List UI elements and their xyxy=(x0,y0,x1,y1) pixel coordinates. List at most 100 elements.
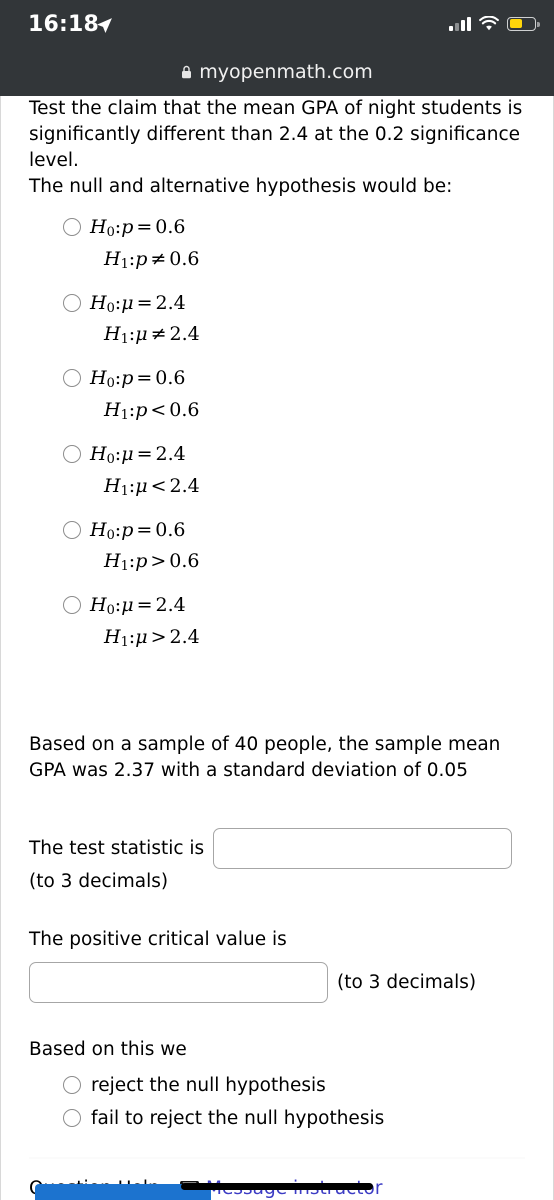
alt-operator: > xyxy=(150,626,167,649)
alt-subscript: 1 xyxy=(120,332,129,348)
null-operator: = xyxy=(136,291,153,314)
alt-symbol: H xyxy=(104,626,121,649)
alt-parameter: p xyxy=(135,550,148,573)
alt-parameter: p xyxy=(135,399,148,422)
alt-operator: ≠ xyxy=(150,247,167,270)
critical-value-note: (to 3 decimals) xyxy=(337,971,477,993)
test-statistic-input[interactable] xyxy=(213,827,513,869)
conclusion-options: reject the null hypothesis fail to rejec… xyxy=(29,1075,525,1129)
conclusion-block: Based on this we reject the null hypothe… xyxy=(29,1037,525,1129)
alt-value: 0.6 xyxy=(169,399,200,422)
null-subscript: 0 xyxy=(106,300,115,316)
web-page: Test the claim that the mean GPA of nigh… xyxy=(0,96,554,1200)
radio-button[interactable] xyxy=(63,444,81,463)
hypothesis-option-2[interactable]: H0:μ = 2.4 H1:μ ≠ 2.4 xyxy=(63,290,525,354)
alt-symbol: H xyxy=(104,399,121,422)
alt-subscript: 1 xyxy=(120,634,129,650)
alt-symbol: H xyxy=(104,323,121,346)
browser-chrome: 16:18 myopenmath.com xyxy=(0,0,554,96)
null-parameter: μ xyxy=(121,442,134,465)
critical-value-input[interactable] xyxy=(29,961,328,1003)
null-subscript: 0 xyxy=(106,603,115,619)
test-statistic-row: The test statistic is xyxy=(29,827,525,869)
hypothesis-option-1[interactable]: H0:p = 0.6 H1:p ≠ 0.6 xyxy=(63,214,525,278)
url-text: myopenmath.com xyxy=(199,61,373,83)
alt-parameter: p xyxy=(135,247,148,270)
null-parameter: p xyxy=(121,518,134,541)
status-bar-clock: 16:18 xyxy=(28,12,100,37)
null-value: 2.4 xyxy=(155,291,186,314)
alt-parameter: μ xyxy=(135,626,148,649)
battery-icon xyxy=(507,16,540,31)
alt-value: 2.4 xyxy=(169,626,200,649)
status-bar-indicators xyxy=(449,16,540,31)
null-parameter: p xyxy=(121,367,134,390)
alt-subscript: 1 xyxy=(120,483,129,499)
sample-statement: Based on a sample of 40 people, the samp… xyxy=(29,733,501,781)
radio-button[interactable] xyxy=(63,218,81,236)
hypothesis-option-6[interactable]: H0:μ = 2.4 H1:μ >2.4 xyxy=(63,592,525,656)
question-content: Test the claim that the mean GPA of nigh… xyxy=(1,96,553,1199)
alt-operator: < xyxy=(150,399,167,422)
null-operator: = xyxy=(136,518,153,541)
alt-value: 0.6 xyxy=(169,550,200,573)
null-symbol: H xyxy=(90,216,107,238)
critical-value-block: The positive critical value is (to 3 dec… xyxy=(29,927,525,1003)
radio-button[interactable] xyxy=(63,596,81,615)
null-subscript: 0 xyxy=(106,451,115,467)
hypothesis-math: H0:μ = 2.4 H1:μ ≠ 2.4 xyxy=(90,291,200,348)
alt-parameter: μ xyxy=(135,323,148,346)
wifi-icon xyxy=(479,16,499,31)
hypothesis-intro: The null and alternative hypothesis woul… xyxy=(29,176,453,197)
null-operator: = xyxy=(136,216,153,238)
radio-button[interactable] xyxy=(63,369,81,388)
null-operator: = xyxy=(136,594,153,617)
alt-value: 2.4 xyxy=(169,474,200,497)
hypothesis-option-5[interactable]: H0:p = 0.6 H1:p >0.6 xyxy=(63,517,525,581)
conclusion-option-label: fail to reject the null hypothesis xyxy=(91,1107,385,1129)
null-parameter: p xyxy=(121,216,134,238)
radio-button[interactable] xyxy=(63,520,81,539)
null-symbol: H xyxy=(90,518,107,541)
hypothesis-option-3[interactable]: H0:p = 0.6 H1:p <0.6 xyxy=(63,365,525,429)
alt-subscript: 1 xyxy=(120,559,129,575)
radio-button[interactable] xyxy=(63,1109,81,1128)
conclusion-option-reject[interactable]: reject the null hypothesis xyxy=(63,1075,525,1096)
location-arrow-icon xyxy=(97,18,112,33)
lock-icon xyxy=(182,65,192,79)
null-symbol: H xyxy=(90,367,107,390)
alt-subscript: 1 xyxy=(120,256,129,272)
home-indicator xyxy=(181,1183,373,1190)
question-prompt: Test the claim that the mean GPA of nigh… xyxy=(29,98,523,171)
hypothesis-math: H0:p = 0.6 H1:p <0.6 xyxy=(90,367,200,423)
conclusion-option-label: reject the null hypothesis xyxy=(91,1074,326,1096)
null-value: 0.6 xyxy=(155,367,186,390)
alt-value: 0.6 xyxy=(169,247,200,270)
null-value: 0.6 xyxy=(155,216,186,238)
null-symbol: H xyxy=(90,442,107,465)
radio-button[interactable] xyxy=(63,293,81,312)
null-value: 0.6 xyxy=(155,518,186,541)
radio-button[interactable] xyxy=(63,1076,81,1095)
null-symbol: H xyxy=(90,291,107,314)
hypothesis-math: H0:p = 0.6 H1:p >0.6 xyxy=(90,518,200,575)
null-value: 2.4 xyxy=(155,442,186,465)
null-parameter: μ xyxy=(121,594,134,617)
cellular-signal-icon xyxy=(449,16,471,31)
sample-block: Based on a sample of 40 people, the samp… xyxy=(29,732,525,784)
null-operator: = xyxy=(136,442,153,465)
alt-value: 2.4 xyxy=(169,323,200,346)
null-symbol: H xyxy=(90,594,107,617)
browser-url-bar[interactable]: myopenmath.com xyxy=(0,52,554,92)
null-subscript: 0 xyxy=(106,376,115,392)
conclusion-option-fail-to-reject[interactable]: fail to reject the null hypothesis xyxy=(63,1108,525,1129)
hypothesis-option-4[interactable]: H0:μ = 2.4 H1:μ <2.4 xyxy=(63,441,525,505)
null-subscript: 0 xyxy=(106,224,115,240)
conclusion-label: Based on this we xyxy=(29,1038,187,1060)
alt-subscript: 1 xyxy=(120,407,129,423)
hypothesis-math: H0:p = 0.6 H1:p ≠ 0.6 xyxy=(90,216,200,272)
alt-symbol: H xyxy=(104,474,121,497)
ios-status-bar: 16:18 xyxy=(0,0,554,48)
null-operator: = xyxy=(136,367,153,390)
alt-symbol: H xyxy=(104,550,121,573)
